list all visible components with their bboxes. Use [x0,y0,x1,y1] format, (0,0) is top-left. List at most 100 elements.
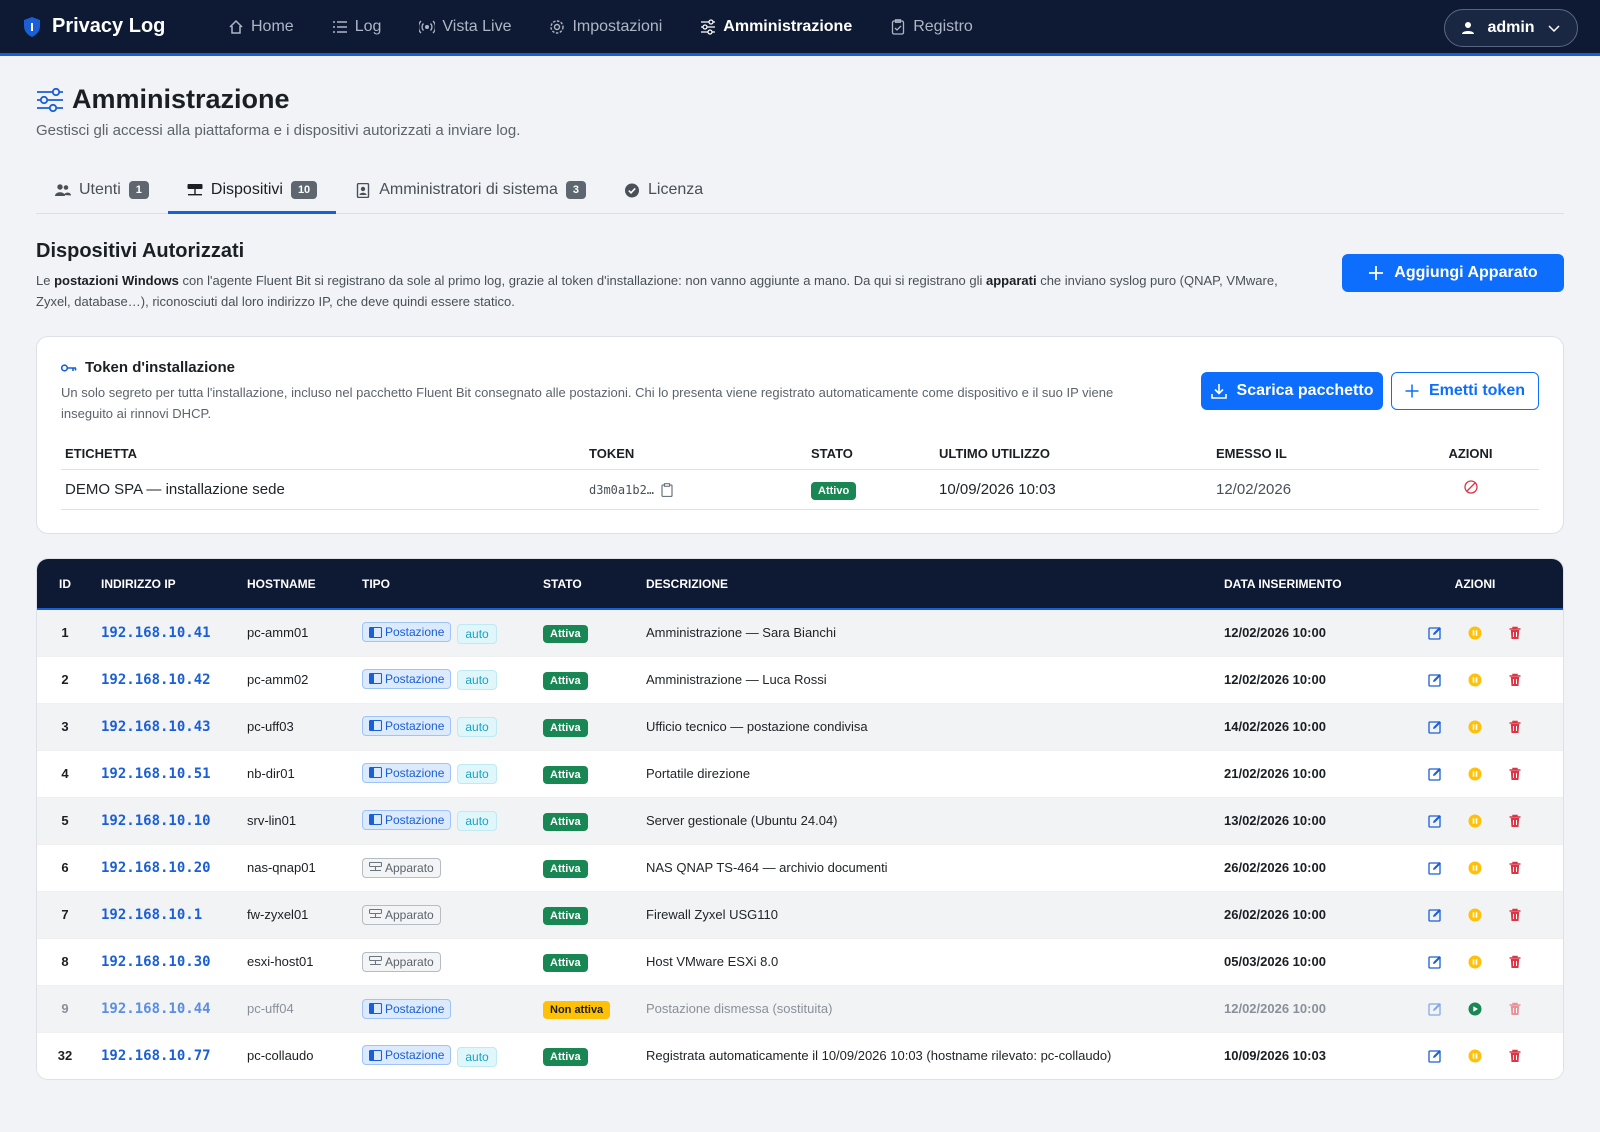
edit-icon[interactable] [1428,908,1442,922]
pause-icon[interactable] [1468,720,1482,734]
type-cell: Apparato [354,937,535,985]
status-cell: Attiva [535,937,638,985]
actions-cell [1387,749,1563,797]
token-table-header: ETICHETTA TOKEN STATO ULTIMO UTILIZZO EM… [61,444,1539,470]
ip-link[interactable]: 192.168.10.10 [101,813,211,829]
nav-item-amministrazione[interactable]: Amministrazione [681,0,871,55]
type-label: Postazione [385,1001,445,1016]
issue-token-button[interactable]: Emetti token [1391,372,1539,410]
trash-icon[interactable] [1508,720,1522,734]
type-label: Apparato [385,860,434,875]
edit-icon[interactable] [1428,673,1442,687]
tab-amministratori-sistema[interactable]: Amministratori di sistema 3 [336,167,605,213]
trash-icon[interactable] [1508,1002,1522,1016]
trash-icon[interactable] [1508,767,1522,781]
user-menu-button[interactable]: admin [1444,9,1578,47]
clipboard-copy-icon[interactable] [661,482,673,497]
insert-date: 10/09/2026 10:03 [1216,1031,1387,1079]
status-badge: Attivo [811,481,857,500]
pause-icon[interactable] [1468,626,1482,640]
edit-icon[interactable] [1428,626,1442,640]
status-badge: Attiva [543,719,588,737]
pause-icon[interactable] [1468,955,1482,969]
insert-date: 12/02/2026 10:00 [1216,608,1387,656]
shield-icon [24,16,40,37]
list-icon [332,20,347,33]
brand[interactable]: Privacy Log [22,15,209,38]
trash-icon[interactable] [1508,861,1522,875]
trash-icon[interactable] [1508,908,1522,922]
status-badge: Non attiva [543,1001,611,1019]
ip-link[interactable]: 192.168.10.44 [101,1001,211,1017]
ip-link[interactable]: 192.168.10.51 [101,766,211,782]
tab-licenza[interactable]: Licenza [605,167,722,213]
tab-dispositivi[interactable]: Dispositivi 10 [167,167,337,214]
trash-icon[interactable] [1508,814,1522,828]
device-row: 6 192.168.10.20 nas-qnap01 Apparato Attiva NA… [37,843,1563,891]
download-package-button[interactable]: Scarica pacchetto [1201,372,1383,410]
edit-icon[interactable] [1428,720,1442,734]
ip-cell: 192.168.10.20 [93,843,239,891]
row-actions [1395,861,1555,875]
ip-link[interactable]: 192.168.10.42 [101,672,211,688]
trash-icon[interactable] [1508,673,1522,687]
nav-item-impostazioni[interactable]: Impostazioni [530,0,681,55]
trash-icon[interactable] [1508,1049,1522,1063]
status-cell: Attiva [535,843,638,891]
add-device-button[interactable]: Aggiungi Apparato [1342,254,1564,292]
page-title: Amministrazione [36,84,1564,115]
row-actions [1395,767,1555,781]
ip-link[interactable]: 192.168.10.43 [101,719,211,735]
tab-label: Dispositivi [210,181,283,198]
type-label: Apparato [385,954,434,969]
insert-date: 26/02/2026 10:00 [1216,843,1387,891]
user-name: admin [1487,19,1535,36]
edit-icon[interactable] [1428,955,1442,969]
trash-icon[interactable] [1508,626,1522,640]
nav-item-vista-live[interactable]: Vista Live [400,0,530,55]
type-cell: Postazione auto [354,1031,535,1079]
desc-part: con l'agente Fluent Bit si registrano da… [178,273,987,288]
ip-link[interactable]: 192.168.10.1 [101,907,202,923]
insert-date: 12/02/2026 10:00 [1216,655,1387,703]
ip-link[interactable]: 192.168.10.20 [101,860,211,876]
edit-icon[interactable] [1428,767,1442,781]
edit-icon[interactable] [1428,1002,1442,1016]
status-cell: Attiva [535,608,638,656]
device-row: 9 192.168.10.44 pc-uff04 Postazione Non atti… [37,984,1563,1032]
nav-item-log[interactable]: Log [313,0,401,55]
pause-icon[interactable] [1468,908,1482,922]
status-cell: Attiva [535,749,638,797]
edit-icon[interactable] [1428,1049,1442,1063]
sliders-icon [701,18,716,35]
window-icon [369,1049,382,1061]
edit-icon[interactable] [1428,814,1442,828]
pause-icon[interactable] [1468,767,1482,781]
pause-icon[interactable] [1468,861,1482,875]
auto-badge: auto [457,811,497,832]
tab-utenti[interactable]: Utenti 1 [36,167,168,213]
nav-label: Log [354,17,382,35]
pause-icon[interactable] [1468,673,1482,687]
ip-link[interactable]: 192.168.10.41 [101,625,211,641]
type-badge: Postazione [362,998,452,1019]
ip-link[interactable]: 192.168.10.77 [101,1048,211,1064]
nav-item-home[interactable]: Home [209,0,313,55]
window-icon [369,767,382,779]
trash-icon[interactable] [1508,955,1522,969]
pause-icon[interactable] [1468,1049,1482,1063]
description: Registrata automaticamente il 10/09/2026… [638,1031,1216,1079]
ip-link[interactable]: 192.168.10.30 [101,954,211,970]
revoke-icon[interactable] [1463,480,1478,494]
device-id: 2 [37,655,93,703]
nav-item-registro[interactable]: Registro [871,0,992,55]
broadcast-icon [419,20,436,33]
type-cell: Postazione auto [354,655,535,703]
edit-icon[interactable] [1428,861,1442,875]
column-header: STATO [543,576,582,591]
nav-label: Vista Live [442,17,512,35]
play-icon[interactable] [1468,1002,1482,1016]
column-header: ULTIMO UTILIZZO [935,444,1212,470]
pause-icon[interactable] [1468,814,1482,828]
type-label: Postazione [385,765,445,780]
